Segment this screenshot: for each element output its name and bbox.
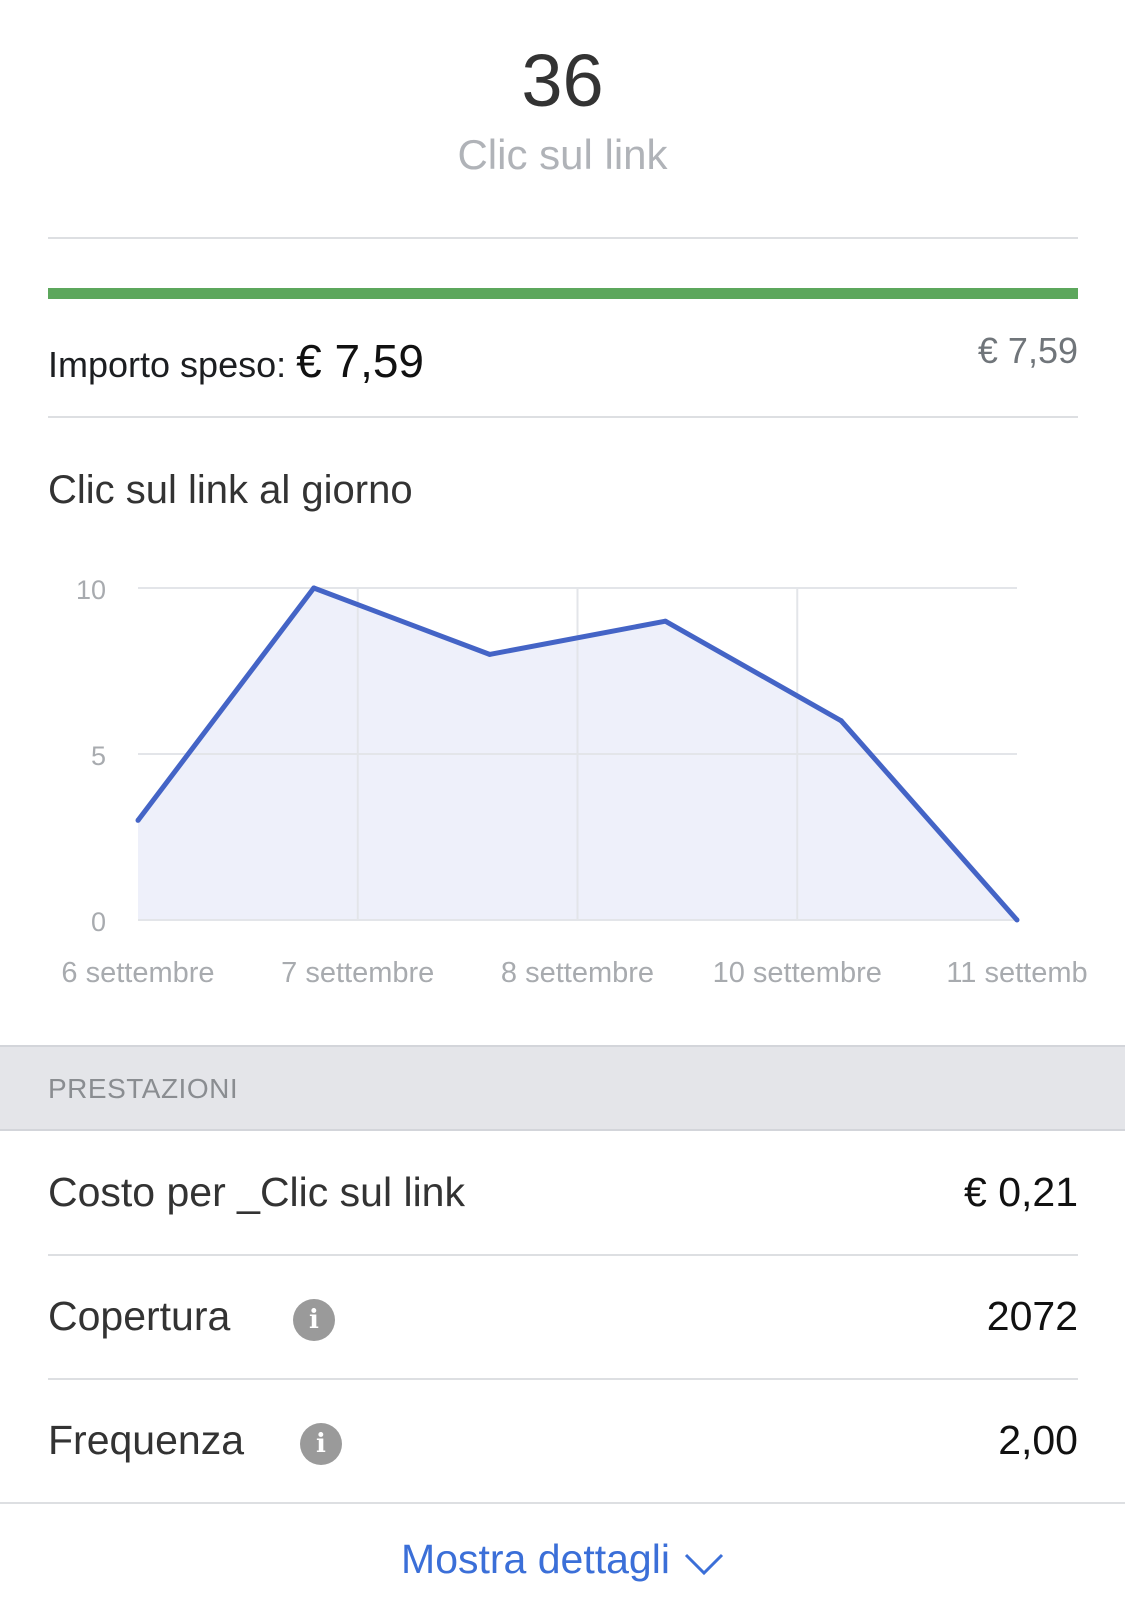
section-header: PRESTAZIONI [0, 1045, 1125, 1131]
ad-insights-page: 36 Clic sul link Importo speso: € 7,59 €… [0, 0, 1125, 1618]
chart-data-point [311, 585, 317, 591]
chart-data-point [662, 618, 668, 624]
chart-y-tick-label: 0 [91, 907, 106, 937]
metric-row-frequency: Frequenza i 2,00 [48, 1379, 1078, 1499]
metric-value: € 0,21 [964, 1169, 1078, 1215]
section-title: PRESTAZIONI [48, 1073, 239, 1104]
chart-y-tick-label: 10 [76, 575, 106, 605]
chart-data-point [1014, 917, 1020, 923]
chart-x-tick-label: 11 settemb [946, 957, 1087, 989]
chart-x-tick-label: 10 settembre [713, 957, 882, 989]
chart-data-point [487, 651, 493, 657]
metric-value: 2,00 [998, 1417, 1078, 1463]
metric-label: Copertura [48, 1293, 231, 1339]
metric-row-reach: Copertura i 2072 [48, 1255, 1078, 1375]
show-details-button[interactable]: Mostra dettagli [0, 1536, 1125, 1586]
metric-value: 2072 [986, 1293, 1078, 1339]
chevron-down-icon [684, 1539, 724, 1586]
divider [0, 1502, 1125, 1504]
metric-row-cost-per-click: Costo per _Clic sul link € 0,21 [48, 1131, 1078, 1251]
metric-label: Costo per _Clic sul link [48, 1169, 465, 1215]
info-icon[interactable]: i [300, 1423, 342, 1465]
chart-data-point [838, 718, 844, 724]
chart-y-tick-label: 5 [91, 741, 106, 771]
metric-label: Frequenza [48, 1417, 245, 1463]
chart-data-point [135, 817, 141, 823]
clicks-per-day-chart: 0 5 10 6 settembre 7 settembre 8 settembre 10 … [61, 575, 1087, 989]
show-details-label: Mostra dettagli [401, 1536, 670, 1582]
chart-x-tick-label: 6 settembre [61, 957, 214, 989]
chart-x-tick-label: 7 settembre [281, 957, 434, 989]
chart-x-tick-label: 8 settembre [501, 957, 654, 989]
info-icon[interactable]: i [293, 1299, 335, 1341]
